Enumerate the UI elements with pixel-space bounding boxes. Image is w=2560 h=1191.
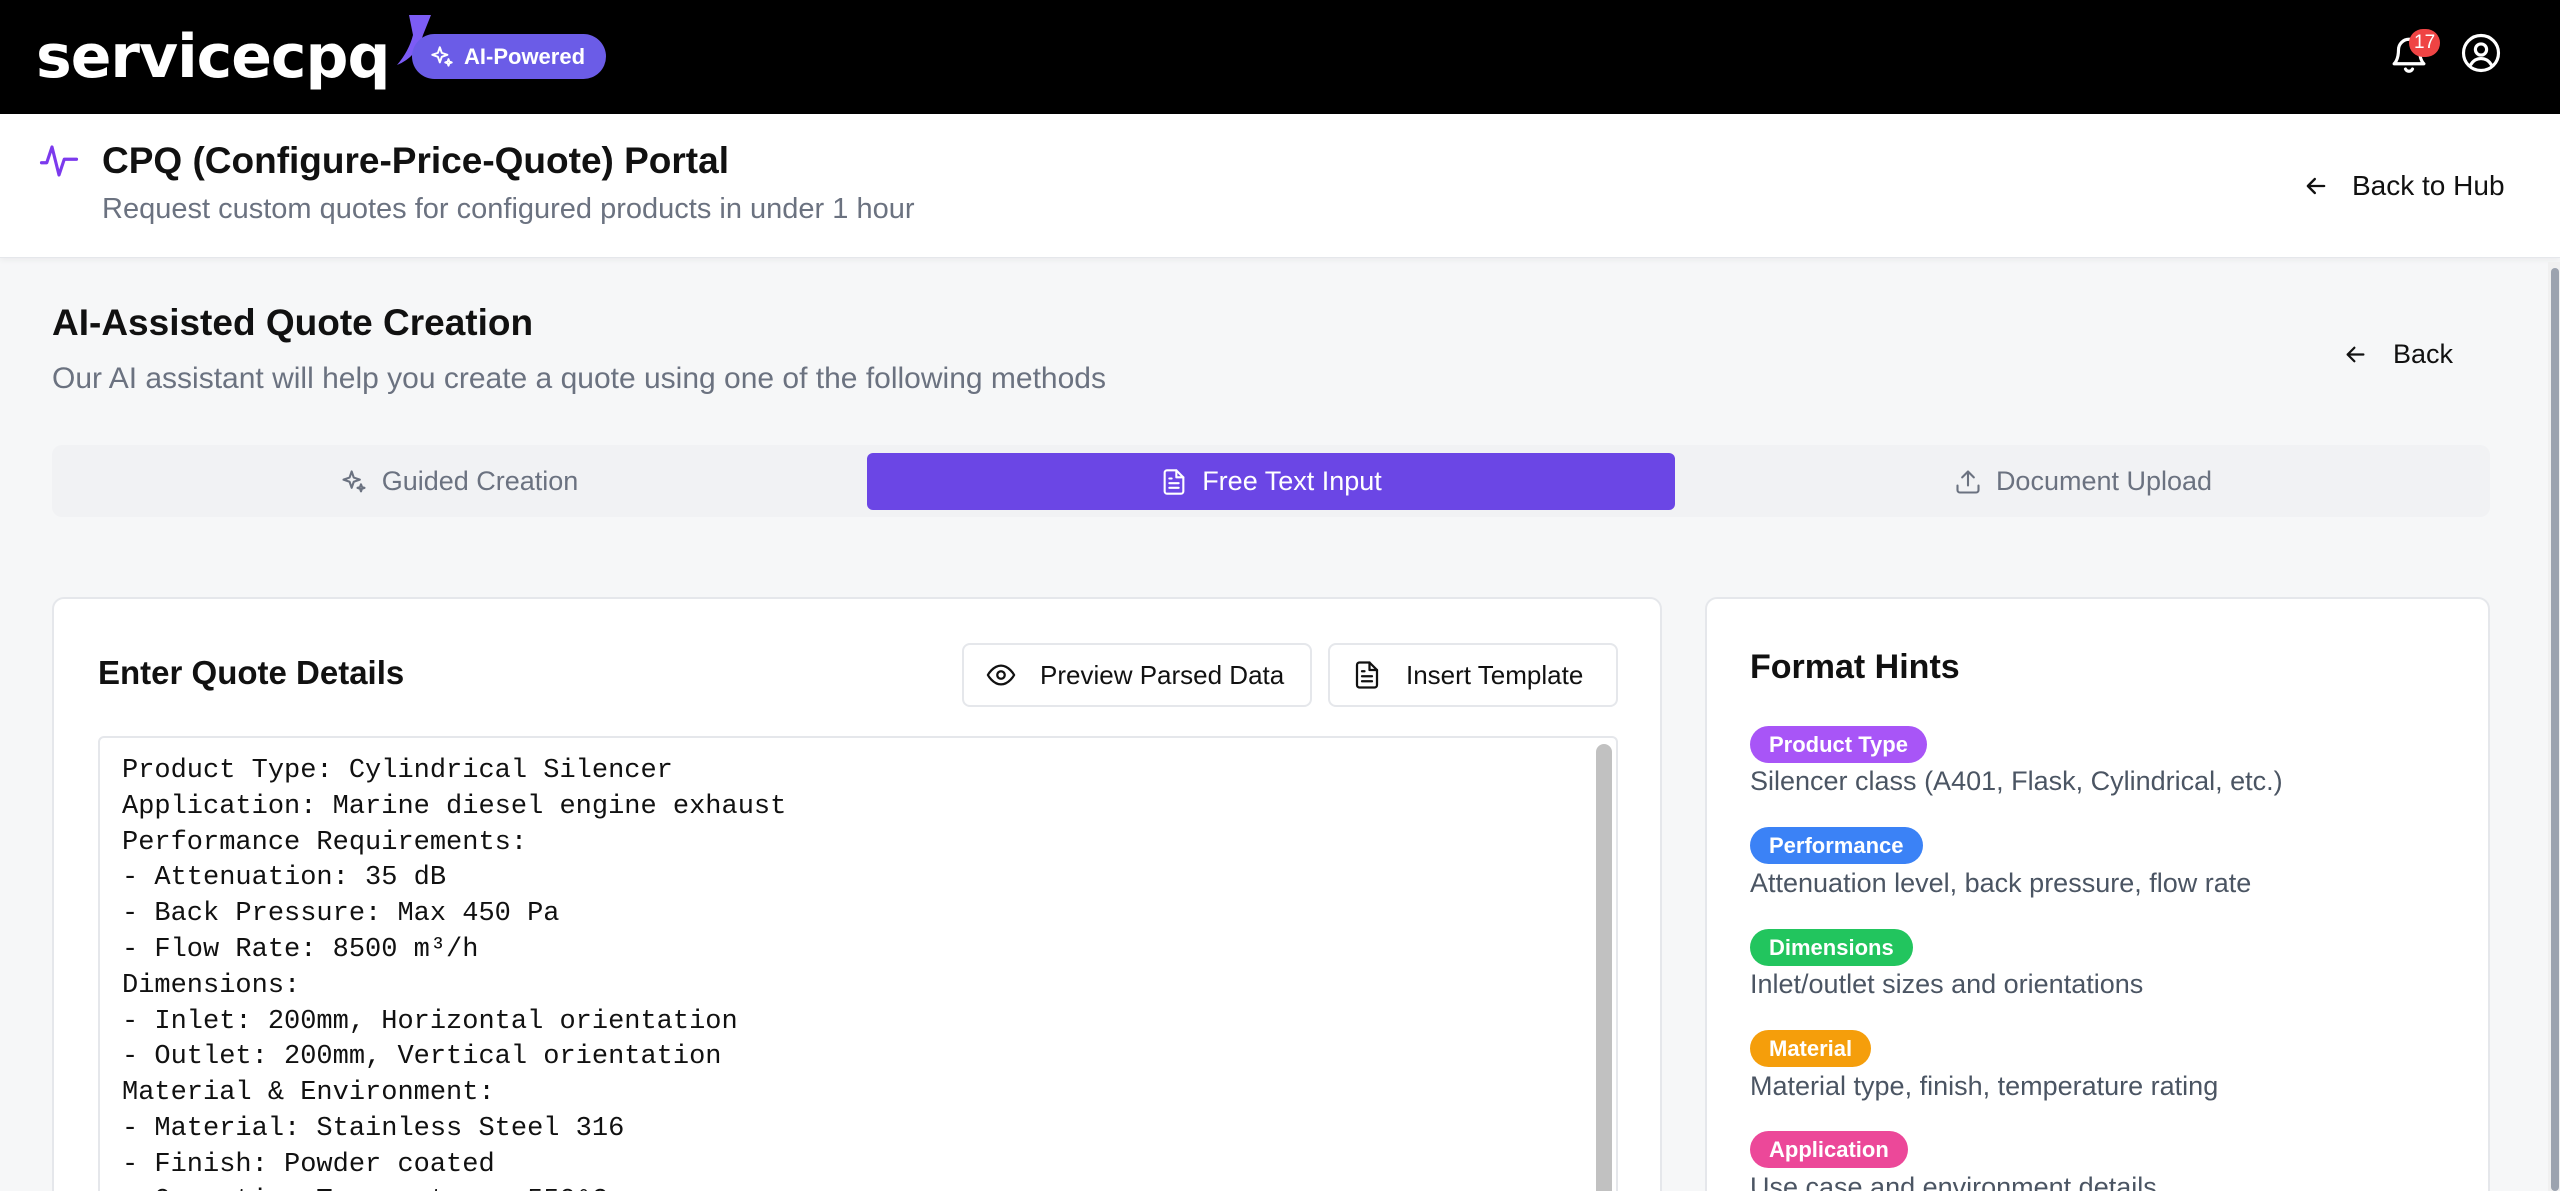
tab-label: Free Text Input <box>1202 466 1382 496</box>
hint-badge-dimensions: Dimensions <box>1750 929 1913 966</box>
quote-details-textarea[interactable]: Product Type: Cylindrical Silencer Appli… <box>98 736 1618 1191</box>
hint-badge-material: Material <box>1750 1030 1872 1067</box>
page-title: CPQ (Configure-Price-Quote) Portal <box>102 140 729 181</box>
back-to-hub-label: Back to Hub <box>2352 170 2505 201</box>
preview-parsed-data-button[interactable]: Preview Parsed Data <box>962 643 1312 707</box>
format-hints-title: Format Hints <box>1750 648 1960 686</box>
template-button-label: Insert Template <box>1406 659 1584 690</box>
preview-button-label: Preview Parsed Data <box>1040 659 1285 690</box>
page-scrollbar-thumb[interactable] <box>2551 268 2559 1191</box>
servicecpq-logo[interactable]: servicecpq <box>36 12 435 102</box>
logo-text: servicecpq <box>36 22 390 92</box>
ai-powered-badge: AI-Powered <box>412 34 607 79</box>
sparkles-icon <box>342 469 366 492</box>
tab-label: Document Upload <box>1995 466 2213 496</box>
back-button[interactable]: Back <box>2342 334 2453 374</box>
hint-description: Material type, finish, temperature ratin… <box>1750 1071 2219 1101</box>
quote-details-title: Enter Quote Details <box>98 654 405 691</box>
section-subtitle: Our AI assistant will help you create a … <box>52 362 1106 395</box>
tab-free-text-input[interactable]: Free Text Input <box>867 453 1675 510</box>
document-icon <box>1163 468 1185 495</box>
section-title: AI-Assisted Quote Creation <box>52 302 534 343</box>
hint-badge-application: Application <box>1750 1131 1908 1168</box>
notification-count-badge: 17 <box>2409 29 2441 57</box>
arrow-left-icon <box>2306 177 2326 195</box>
hint-badge-performance: Performance <box>1750 827 1923 864</box>
account-icon[interactable] <box>2460 32 2502 74</box>
back-label: Back <box>2393 338 2454 369</box>
tab-guided-creation[interactable]: Guided Creation <box>52 453 866 510</box>
eye-icon <box>986 664 1016 686</box>
quote-details-text: Product Type: Cylindrical Silencer Appli… <box>122 756 787 1191</box>
ai-badge-label: AI-Powered <box>464 43 586 69</box>
page-subtitle: Request custom quotes for configured pro… <box>102 193 915 225</box>
textarea-scrollbar[interactable] <box>1596 744 1612 1191</box>
back-to-hub-button[interactable]: Back to Hub <box>2302 164 2505 208</box>
hint-description: Silencer class (A401, Flask, Cylindrical… <box>1750 766 2283 796</box>
activity-pulse-icon <box>39 145 79 177</box>
tab-document-upload[interactable]: Document Upload <box>1676 453 2490 510</box>
hint-description: Use case and environment details <box>1750 1172 2157 1191</box>
arrow-left-icon <box>2346 346 2365 362</box>
hint-description: Inlet/outlet sizes and orientations <box>1750 969 2144 999</box>
upload-icon <box>1956 469 1980 494</box>
sparkles-icon <box>431 45 453 67</box>
page-header <box>0 114 2560 258</box>
hint-description: Attenuation level, back pressure, flow r… <box>1750 868 2252 898</box>
creation-method-tabs: Guided Creation Free Text Input Document… <box>52 445 2490 517</box>
hint-badge-product-type: Product Type <box>1750 726 1927 763</box>
document-icon <box>1355 661 1379 689</box>
tab-label: Guided Creation <box>381 466 579 496</box>
insert-template-button[interactable]: Insert Template <box>1328 643 1618 707</box>
